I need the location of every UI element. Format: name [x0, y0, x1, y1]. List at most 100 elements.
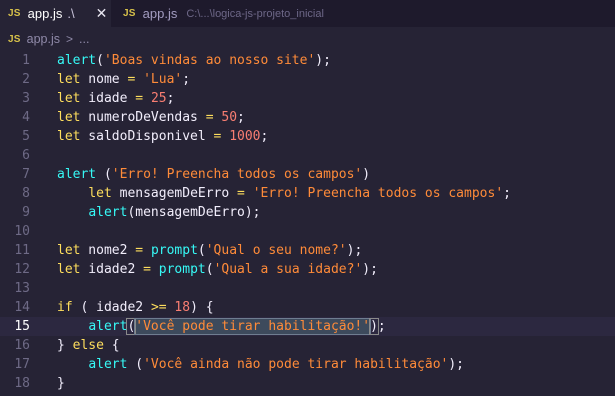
javascript-file-icon: JS [8, 8, 21, 19]
breadcrumb-symbol[interactable]: ... [79, 32, 89, 46]
code-token: let [57, 243, 81, 258]
javascript-file-icon: JS [8, 33, 21, 45]
code-token: 'Erro! Preencha todos os campos' [111, 167, 363, 182]
code-token: alert [57, 167, 97, 182]
code-line[interactable]: 1 alert('Boas vindas ao nosso site'); [0, 51, 615, 70]
code-token: { [103, 338, 120, 353]
code-token: 25 [150, 91, 167, 106]
code-token: 'Boas vindas ao nosso site' [103, 53, 316, 68]
code-token: ; [166, 91, 175, 106]
code-text: let idade2 = prompt('Qual a sua idade?')… [57, 260, 378, 279]
line-number: 9 [22, 205, 30, 220]
code-token: idade [80, 91, 136, 106]
code-line[interactable]: 13 [0, 279, 615, 298]
line-number: 18 [14, 376, 30, 391]
code-line[interactable]: 11 let nome2 = prompt('Qual o seu nome?')… [0, 241, 615, 260]
code-token: mensagemDeErro [111, 186, 238, 201]
code-text: let nome2 = prompt('Qual o seu nome?'); [57, 241, 362, 260]
line-number: 11 [14, 243, 30, 258]
breadcrumb-file[interactable]: app.js [27, 32, 60, 46]
line-number: 8 [22, 186, 30, 201]
code-token: ( [127, 357, 144, 372]
tab-path: C:\...\logica-js-projeto_inicial [186, 7, 324, 20]
code-text: } [57, 374, 65, 393]
line-number: 12 [14, 262, 30, 277]
code-token: numeroDeVendas [80, 110, 206, 125]
code-line[interactable]: 7 alert ('Erro! Preencha todos os campos'… [0, 165, 615, 184]
code-text: let saldoDisponivel = 1000; [57, 127, 268, 146]
line-number: 13 [14, 281, 30, 296]
code-line[interactable]: 10 [0, 222, 615, 241]
code-token: else [72, 338, 104, 353]
code-token: 'Erro! Preencha todos os campos' [252, 186, 504, 201]
code-token: ( [197, 243, 206, 258]
code-line[interactable]: 4 let numeroDeVendas = 50; [0, 108, 615, 127]
code-line[interactable]: 8 let mensagemDeErro = 'Erro! Preencha t… [0, 184, 615, 203]
code-token: ( [96, 53, 104, 68]
line-number: 15 [14, 319, 30, 334]
chevron-right-icon: > [66, 32, 74, 46]
close-icon[interactable]: ✕ [96, 7, 108, 21]
code-token: = [143, 262, 151, 277]
code-token: = [135, 243, 144, 258]
code-line[interactable]: 18} [0, 374, 615, 393]
line-number: 5 [22, 129, 30, 144]
code-token: saldoDisponivel [80, 129, 214, 144]
code-editor[interactable]: 1 alert('Boas vindas ao nosso site'); 2 let… [0, 51, 615, 396]
line-number: 1 [22, 53, 30, 68]
tab-app-js-other[interactable]: JS app.js C:\...\logica-js-projeto_inici… [111, 0, 341, 27]
code-token: ( idade2 [72, 300, 151, 315]
code-token: prompt [158, 262, 206, 277]
code-line[interactable]: 17 alert ('Você ainda não pode tirar hab… [0, 355, 615, 374]
code-line[interactable]: 9 alert(mensagemDeErro); [0, 203, 615, 222]
code-token: >= [150, 300, 167, 315]
code-token: ); [346, 243, 363, 258]
code-token: ; [260, 129, 269, 144]
code-token: ; [377, 319, 386, 334]
line-number: 6 [22, 148, 30, 163]
code-token: ; [503, 186, 511, 201]
tab-app-js-active[interactable]: JS app.js .\ ✕ [0, 0, 111, 27]
code-token: ) [369, 318, 379, 335]
tab-label: app.js [142, 6, 178, 21]
code-token: ( [205, 262, 214, 277]
code-token: alert [88, 319, 128, 334]
code-token: ) [362, 167, 371, 182]
code-text: if ( idade2 >= 18) { [57, 298, 214, 317]
line-number: 4 [22, 110, 30, 125]
code-line[interactable]: 15 alert('Você pode tirar habilitação!')… [0, 317, 615, 336]
code-token: 50 [221, 110, 238, 125]
code-text: let numeroDeVendas = 50; [57, 108, 245, 127]
code-token: nome [80, 72, 128, 87]
code-token: (mensagemDeErro); [127, 205, 261, 220]
code-line[interactable]: 5 let saldoDisponivel = 1000; [0, 127, 615, 146]
code-text: let mensagemDeErro = 'Erro! Preencha tod… [57, 184, 511, 203]
code-text: alert('Boas vindas ao nosso site'); [57, 51, 331, 70]
code-token: let [57, 91, 81, 106]
code-token: ); [448, 357, 465, 372]
code-text: alert('Você pode tirar habilitação!'); [57, 317, 386, 336]
line-number: 7 [22, 167, 30, 182]
code-line[interactable]: 3 let idade = 25; [0, 89, 615, 108]
code-line[interactable]: 14 if ( idade2 >= 18) { [0, 298, 615, 317]
code-token: let [57, 129, 81, 144]
code-token: 'Você ainda não pode tirar habilitação' [143, 357, 449, 372]
code-token: alert [88, 357, 128, 372]
code-line[interactable]: 12 let idade2 = prompt('Qual a sua idade?… [0, 260, 615, 279]
code-line[interactable]: 2 let nome = 'Lua'; [0, 70, 615, 89]
code-token: ( [96, 167, 112, 182]
line-number: 16 [14, 338, 30, 353]
javascript-file-icon: JS [123, 8, 136, 19]
code-text: alert ('Você ainda não pode tirar habili… [57, 355, 464, 374]
editor-tab-bar: JS app.js .\ ✕ JS app.js C:\...\logica-j… [0, 0, 615, 27]
code-line[interactable]: 16 } else { [0, 336, 615, 355]
code-text: } else { [57, 336, 120, 355]
code-text: alert ('Erro! Preencha todos os campos') [57, 165, 370, 184]
code-line[interactable]: 6 [0, 146, 615, 165]
